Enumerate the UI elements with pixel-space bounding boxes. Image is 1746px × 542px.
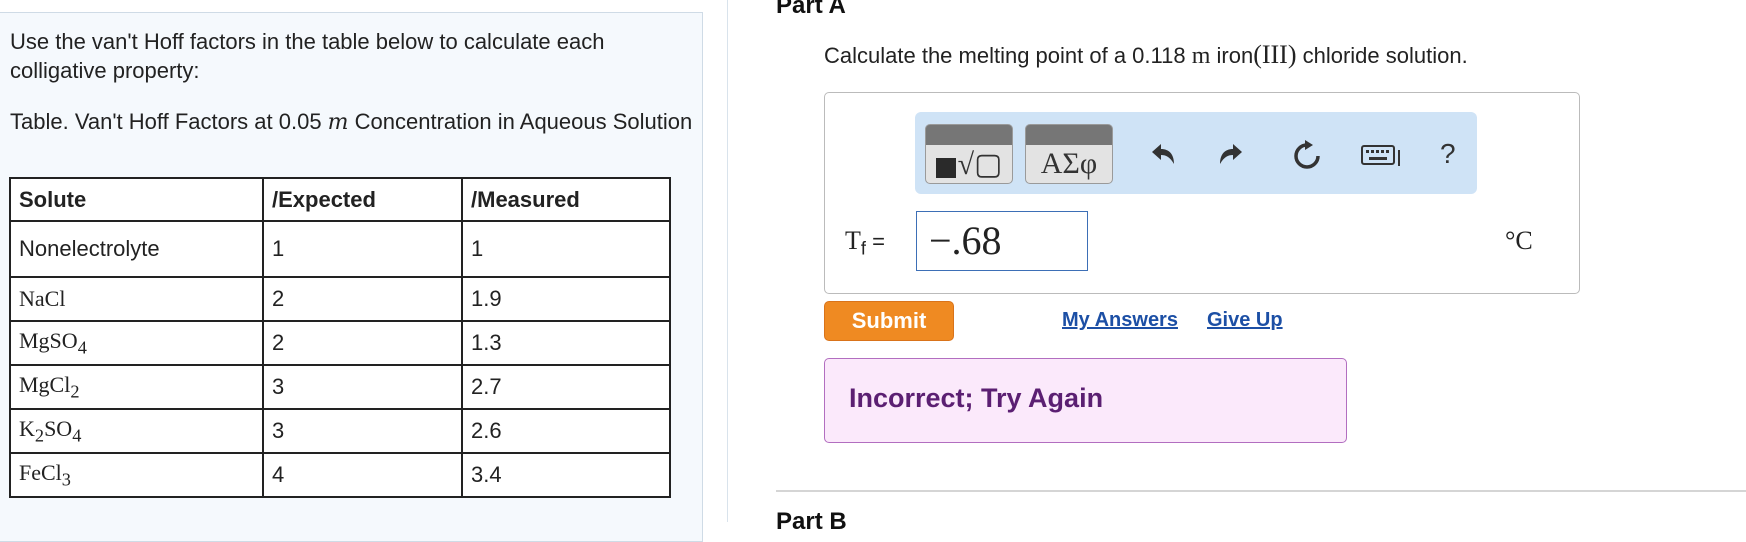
cell-measured: 2.6 [461,408,671,454]
redo-icon[interactable] [1216,140,1246,173]
cell-expected: 3 [262,408,463,454]
cell-expected: 4 [262,452,463,498]
answer-label-eq: = [865,229,885,254]
symbols-icon: ΑΣφ [1040,147,1098,180]
symbols-button[interactable]: ΑΣφ [1025,124,1113,184]
part-b-title: Part B [776,508,847,535]
table-row: Nonelectrolyte 1 1 [9,220,671,278]
cell-solute: K2SO4 [9,408,264,454]
give-up-link[interactable]: Give Up [1207,309,1283,332]
cell-solute: NaCl [9,276,264,322]
table-row: MgSO4 2 1.3 [9,320,671,366]
header-expected: /Expected [262,177,463,222]
formula-sub: 2 [70,381,80,402]
table-header-row: Solute /Expected /Measured [9,177,671,222]
reset-icon[interactable] [1291,140,1323,177]
cell-expected: 2 [262,320,463,366]
table-row: MgCl2 3 2.7 [9,364,671,410]
cell-solute: FeCl3 [9,452,264,498]
header-measured: /Measured [461,177,671,222]
formula-sub: 4 [72,425,82,446]
table-title-prefix: Table. Van't Hoff Factors at 0.05 [10,109,328,134]
question-roman: (III) [1253,40,1297,69]
formula-sub: 2 [34,425,45,446]
unit-label: °C [1505,226,1533,255]
question-text: Calculate the melting point of a 0.118 m… [824,40,1468,70]
column-divider [727,0,728,522]
question-suffix: chloride solution. [1296,43,1468,68]
help-button[interactable]: ? [1440,140,1456,168]
cell-measured: 1 [461,220,671,278]
cell-measured: 1.3 [461,320,671,366]
cell-expected: 1 [262,220,463,278]
my-answers-link[interactable]: My Answers [1062,309,1178,332]
cell-expected: 3 [262,364,463,410]
table-title-m: m [327,110,349,135]
table-row: FeCl3 4 3.4 [9,452,671,498]
header-solute: Solute [9,177,264,222]
keyboard-icon[interactable] [1361,144,1401,173]
cell-solute: Nonelectrolyte [9,220,264,278]
table-title: Table. Van't Hoff Factors at 0.05 m Conc… [10,107,700,137]
table-row: K2SO4 3 2.6 [9,408,671,454]
melting-point-input[interactable]: −.68 [916,211,1088,271]
formula-main: MgCl [19,371,71,397]
part-divider [776,490,1746,492]
question-mid: iron [1210,43,1254,68]
formula-main: FeCl [19,459,62,485]
part-a-title: Part A [776,0,846,19]
formula-main: K [19,415,35,441]
question-prefix: Calculate the melting point of a 0.118 [824,43,1192,68]
cell-solute: MgSO4 [9,320,264,366]
formula-main: SO [44,415,73,441]
intro-text: Use the van't Hoff factors in the table … [10,29,605,83]
answer-label: Tf = [845,226,885,259]
cell-solute: MgCl2 [9,364,264,410]
cell-expected: 2 [262,276,463,322]
cell-measured: 1.9 [461,276,671,322]
cell-measured: 3.4 [461,452,671,498]
vant-hoff-table: Solute /Expected /Measured Nonelectrolyt… [9,177,671,498]
templates-button[interactable]: √▢ [925,124,1013,184]
formula-main: MgSO [19,327,78,353]
feedback-text: Incorrect; Try Again [849,383,1104,413]
table-title-suffix: Concentration in Aqueous Solution [348,109,693,134]
cell-measured: 2.7 [461,364,671,410]
math-toolbar: √▢ ΑΣφ ? [915,112,1477,194]
undo-icon[interactable] [1148,140,1178,173]
table-row: NaCl 2 1.9 [9,276,671,322]
formula-sub: 3 [61,469,71,490]
question-unit: m [1191,43,1211,69]
feedback-box: Incorrect; Try Again [824,358,1347,443]
formula-sub: 4 [77,337,87,358]
submit-button[interactable]: Submit [824,301,954,341]
templates-icon: √▢ [926,147,1012,182]
answer-label-var: T [845,226,861,255]
